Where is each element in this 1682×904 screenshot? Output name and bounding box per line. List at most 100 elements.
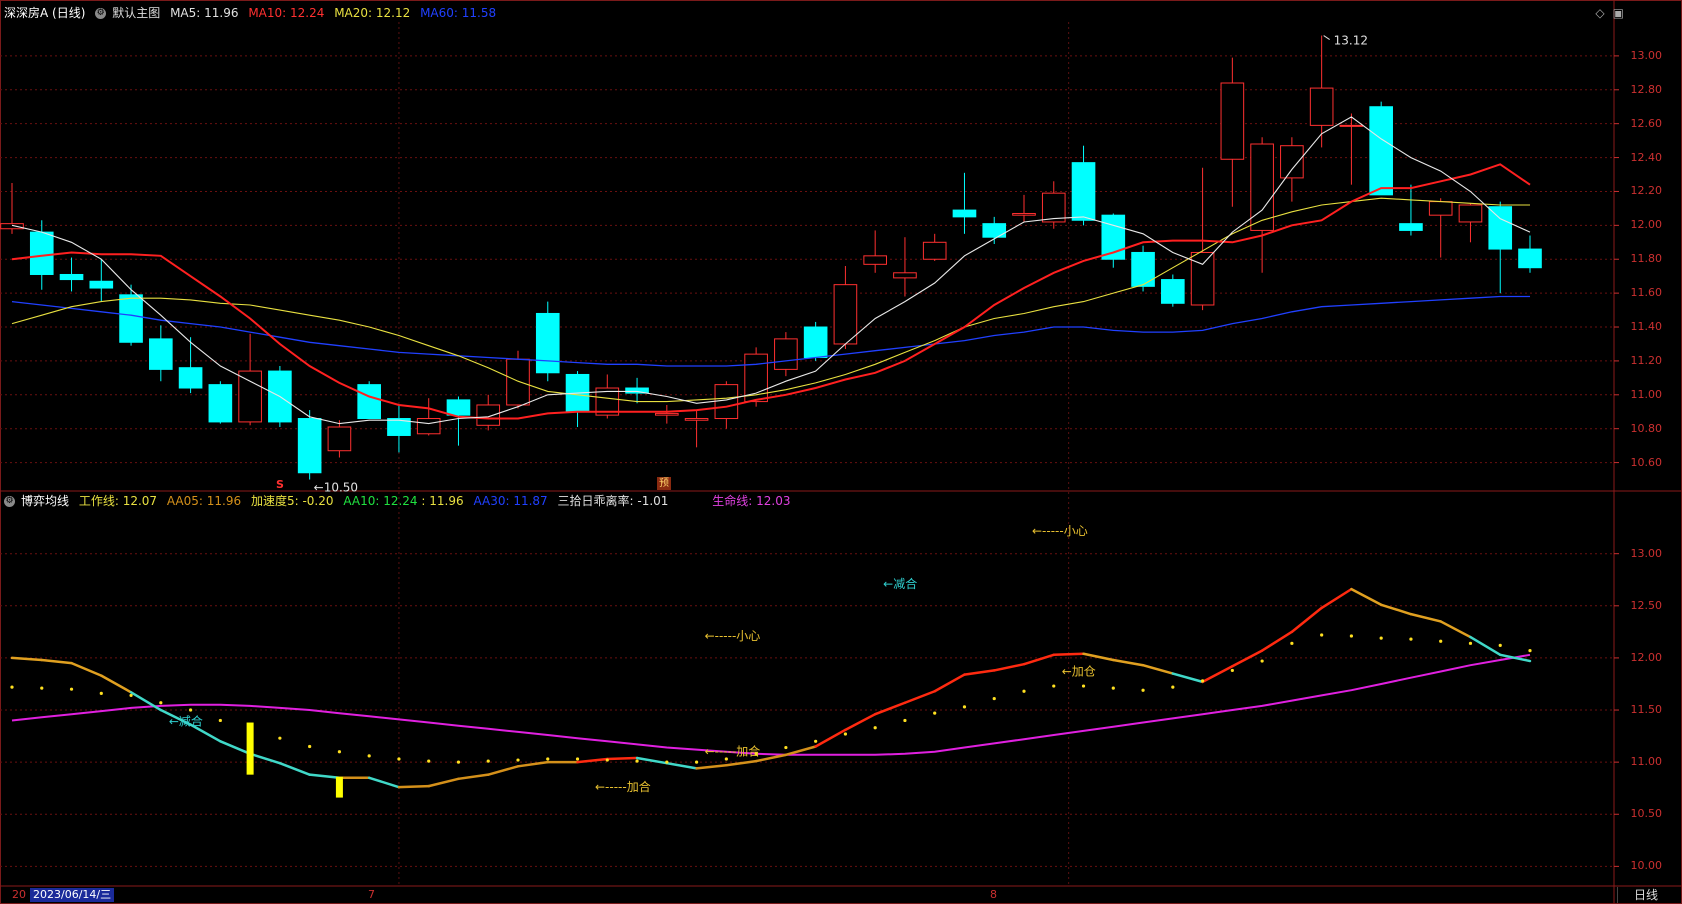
ma5-label: MA5: 11.96 bbox=[170, 6, 239, 20]
signal-label: ←-----小心 bbox=[705, 629, 761, 643]
indicator-dot bbox=[40, 686, 44, 690]
candle-body bbox=[0, 223, 24, 230]
candle-body bbox=[119, 294, 143, 343]
candle-body bbox=[1309, 87, 1334, 126]
price-tick: 11.20 bbox=[1630, 353, 1663, 367]
candle-body bbox=[1220, 82, 1245, 160]
candle-body bbox=[684, 418, 709, 421]
work-line-segment bbox=[963, 669, 996, 676]
work-line-segment bbox=[1082, 652, 1115, 662]
indicator-tick: 12.00 bbox=[1630, 650, 1663, 664]
candle-body bbox=[1518, 248, 1542, 269]
indicator-dot bbox=[605, 758, 609, 762]
candle-body bbox=[1369, 106, 1393, 196]
template-name[interactable]: 默认主图 bbox=[112, 6, 160, 20]
indicator-tick: 13.00 bbox=[1630, 546, 1663, 560]
candle-body bbox=[1458, 204, 1483, 223]
diamond-icon[interactable]: ◇ bbox=[1595, 6, 1604, 20]
gear-icon[interactable]: ⚙ bbox=[95, 8, 107, 19]
work-line-segment bbox=[397, 784, 430, 789]
ma60-line bbox=[11, 295, 1530, 367]
candle-body bbox=[655, 412, 679, 416]
candle-body bbox=[476, 404, 501, 426]
period-selector[interactable]: 日线 bbox=[1617, 887, 1674, 903]
candle-body bbox=[1399, 223, 1423, 231]
work-line-segment bbox=[1112, 658, 1145, 667]
work-line-segment bbox=[844, 712, 877, 732]
work-line-segment bbox=[1320, 587, 1353, 610]
indicator-grid bbox=[0, 553, 1619, 867]
candle-body bbox=[774, 338, 798, 370]
price-tick: 11.40 bbox=[1630, 320, 1663, 334]
price-tick: 12.60 bbox=[1630, 116, 1663, 130]
accel5-label: 加速度5: -0.20 bbox=[250, 494, 334, 508]
work-line-segment bbox=[1231, 649, 1264, 668]
work-line-segment bbox=[903, 690, 936, 704]
candle-body bbox=[535, 312, 560, 374]
candle-body bbox=[89, 280, 114, 289]
signal-label: ←-----小心 bbox=[1032, 524, 1088, 538]
candle-body bbox=[357, 384, 381, 420]
indicator-dot bbox=[486, 759, 490, 763]
price-tick: 12.20 bbox=[1630, 184, 1663, 198]
candle-body bbox=[863, 255, 887, 265]
candle-body bbox=[1190, 251, 1215, 306]
indicator-dot bbox=[397, 757, 401, 761]
work-line-segment bbox=[695, 764, 728, 770]
aa30-label: AA30: 11.87 bbox=[473, 494, 548, 508]
indicator-dot bbox=[1260, 659, 1264, 663]
candle-body bbox=[416, 418, 441, 435]
candle-body bbox=[833, 284, 858, 345]
work-line-segment bbox=[814, 728, 847, 748]
candle-body bbox=[1012, 212, 1036, 216]
life-line bbox=[11, 653, 1531, 756]
indicator-tick: 10.00 bbox=[1630, 859, 1663, 873]
indicator-dot bbox=[1349, 634, 1354, 638]
sell-flag[interactable]: S bbox=[276, 478, 284, 491]
indicator-dot bbox=[575, 757, 580, 761]
indicator-dot bbox=[694, 760, 699, 764]
work-line-segment bbox=[40, 658, 73, 665]
chart-canvas[interactable]: 13.12←10.50 ←减合←-----加合←-----加合←-----小心←… bbox=[0, 0, 1682, 904]
indicator-dot bbox=[10, 685, 14, 689]
main-chart-header: 深深房A (日线) ⚙ 默认主图 MA5: 11.96 MA10: 12.24 M… bbox=[4, 5, 502, 21]
preview-flag[interactable]: 预 bbox=[657, 477, 671, 490]
signal-label: ←减合 bbox=[883, 576, 917, 591]
work-line-segment bbox=[665, 761, 698, 770]
candle-body bbox=[714, 384, 739, 420]
indicator-dot bbox=[1022, 689, 1026, 693]
work-line-segment bbox=[427, 777, 460, 788]
indicator-dot bbox=[1468, 641, 1473, 645]
candle-body bbox=[29, 231, 54, 275]
indicator-dot bbox=[456, 760, 461, 764]
indicator-dot bbox=[367, 754, 371, 758]
work-line-segment bbox=[457, 773, 490, 781]
indicator-dot bbox=[69, 687, 74, 691]
indicator-tick: 12.50 bbox=[1630, 598, 1663, 612]
stock-title[interactable]: 深深房A (日线) bbox=[4, 6, 85, 20]
high-pointer bbox=[1323, 35, 1330, 40]
work-line-segment bbox=[1022, 653, 1056, 666]
price-tick: 11.60 bbox=[1630, 286, 1663, 300]
work-line-segment bbox=[1290, 606, 1323, 634]
candle-body bbox=[1488, 206, 1513, 250]
indicator-dot bbox=[188, 708, 193, 712]
indicator-dot bbox=[218, 718, 222, 723]
indicator-dot bbox=[308, 744, 312, 749]
indicator-name[interactable]: 博弈均线 bbox=[21, 494, 69, 508]
work-line-segment bbox=[486, 765, 520, 776]
indicator-dot bbox=[1081, 684, 1086, 688]
candle-body bbox=[238, 370, 262, 423]
work-line-segment bbox=[606, 756, 639, 761]
indicator-dot bbox=[516, 758, 520, 762]
indicator-dot bbox=[1290, 641, 1294, 645]
indicator-dot bbox=[665, 760, 669, 764]
chart-controls: ◇ ▣ bbox=[1587, 6, 1624, 20]
indicator-dot bbox=[784, 745, 788, 750]
window-icon[interactable]: ▣ bbox=[1613, 6, 1624, 20]
gear-icon[interactable]: ⚙ bbox=[4, 496, 15, 507]
indicator-dot bbox=[962, 705, 967, 709]
aa05-label: AA05: 11.96 bbox=[166, 494, 242, 508]
work-line-segment bbox=[367, 776, 401, 789]
work-line-segment bbox=[1350, 587, 1383, 607]
